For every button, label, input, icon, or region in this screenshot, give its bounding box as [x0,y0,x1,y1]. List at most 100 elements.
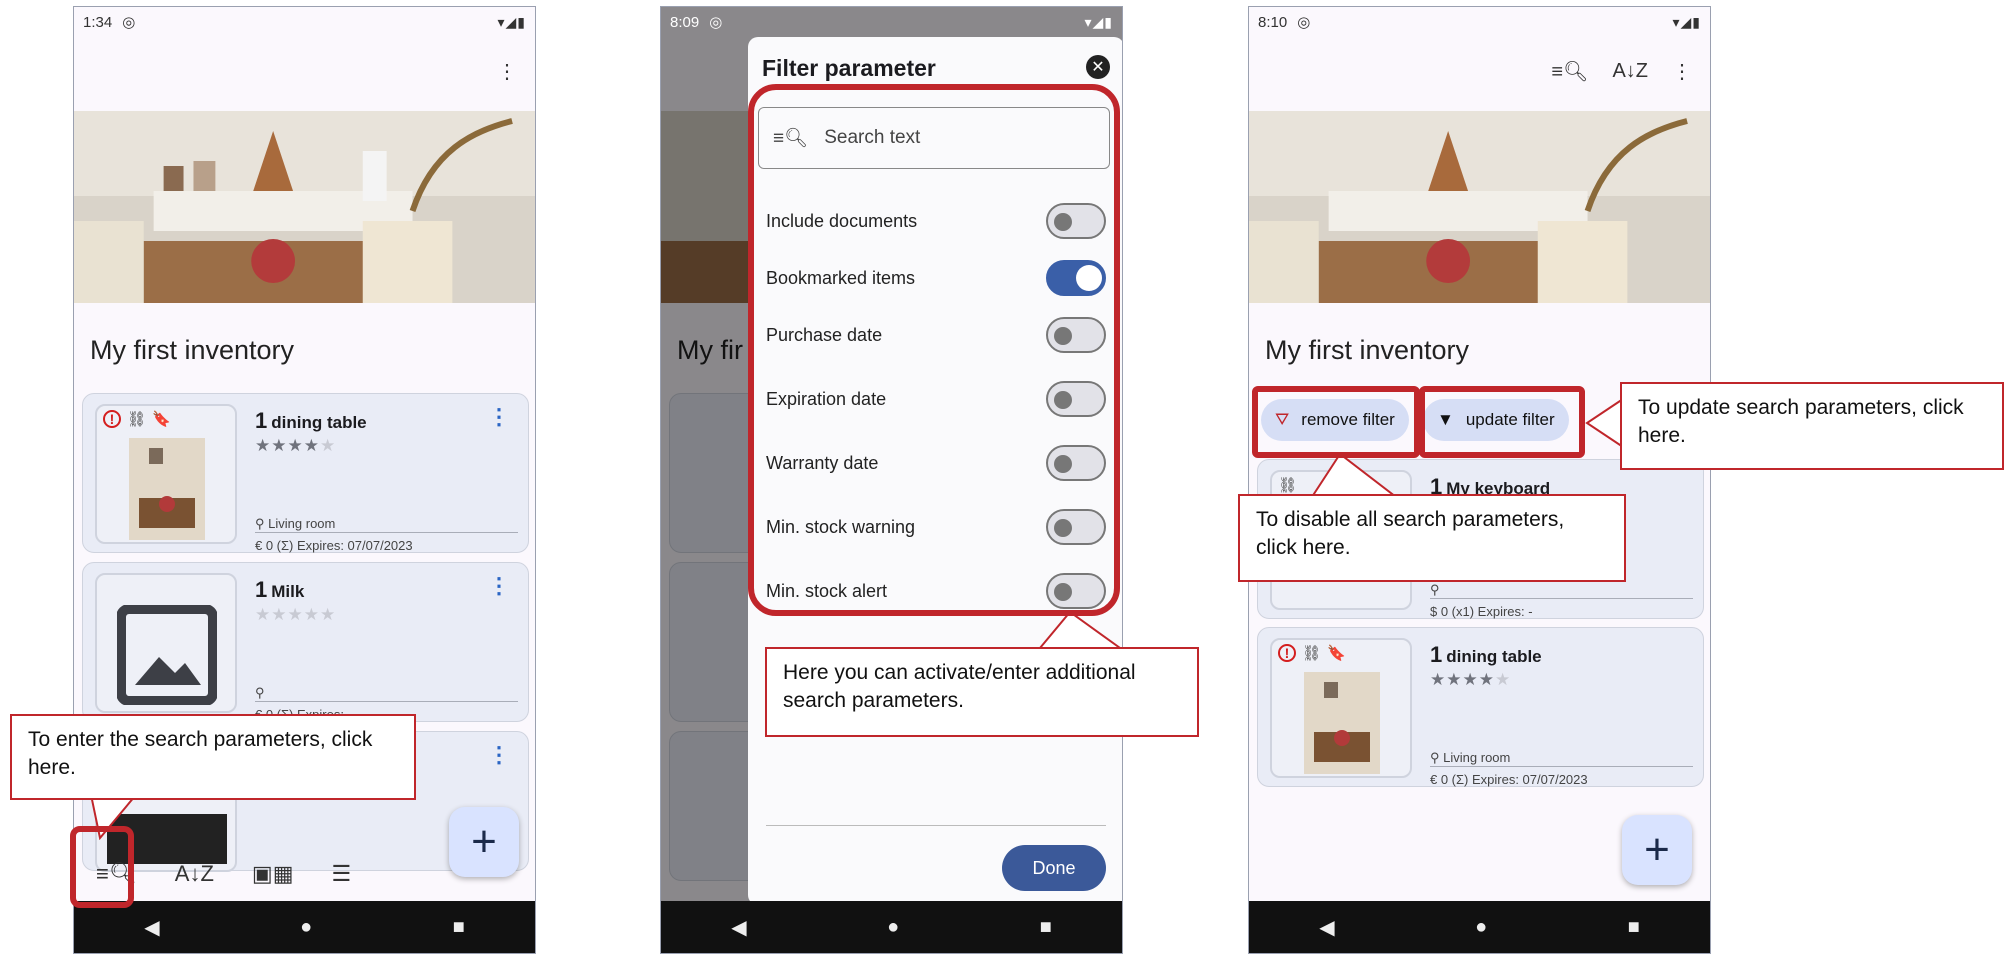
inventory-item-card[interactable]: ! ⛓ 🔖 1 dining table ★★★★★ ⚲ Living room … [1257,627,1704,787]
add-item-button[interactable]: + [1622,815,1692,885]
bookmark-icon: 🔖 [1327,645,1346,662]
sort-az-icon[interactable]: A↓Z [1612,60,1648,83]
item-rating: ★★★★★ [1430,670,1512,689]
divider [766,825,1106,826]
dialog-title: Filter parameter [762,55,936,81]
sync-icon: ◎ [122,14,136,31]
status-bar: 1:34 ◎ ▾◢▮ [74,7,535,37]
inventory-header-image [74,111,535,303]
sync-icon: ◎ [709,14,723,31]
system-nav-bar: ◀ ● ■ [74,901,535,953]
image-placeholder-icon [117,605,217,705]
dining-table-photo [1304,672,1380,774]
item-rating: ★★★★★ [255,436,337,455]
status-time: 8:09 [670,13,700,31]
more-vert-icon[interactable]: ⋮ [497,59,517,84]
location-label: Living room [268,516,336,531]
top-app-bar: ≡🔍︎ A↓Z ⋮ [1551,51,1710,91]
grid-view-icon[interactable]: ▣▦ [252,861,294,887]
link-icon: ⛓ [1278,477,1298,494]
more-vert-icon[interactable]: ⋮ [488,573,510,599]
divider [1430,766,1693,767]
inventory-item-card[interactable]: ! ⛓ 🔖 1 dining table ★★★★★ ⋮ ⚲ Living roo… [82,393,529,553]
inventory-title: My first inventory [1265,335,1470,365]
item-location: ⚲ [1430,582,1440,598]
recents-nav-icon[interactable]: ■ [1040,916,1052,939]
done-button[interactable]: Done [1002,845,1106,891]
sort-az-icon[interactable]: A↓Z [175,861,214,887]
location-pin-icon: ⚲ [255,516,265,531]
highlight-search-button [70,826,134,908]
item-footer: $ 0 (x1) Expires: - [1430,604,1533,619]
inventory-title: My first inventory [90,335,295,365]
item-name: dining table [1446,647,1542,666]
item-thumbnail: ! ⛓ 🔖 [95,404,237,544]
item-location: ⚲ Living room [255,516,335,532]
bottom-app-bar: ≡🔍︎ A↓Z ▣▦ ☰ [74,841,535,907]
more-vert-icon[interactable]: ⋮ [488,404,510,430]
callout-disable-filters: To disable all search parameters, click … [1238,494,1626,582]
divider [1430,598,1693,599]
location-pin-icon: ⚲ [255,685,265,700]
item-quantity: 1 [255,577,268,602]
highlight-filter-options [748,84,1120,616]
item-title: 1 Milk [255,577,304,603]
home-nav-icon[interactable]: ● [1475,916,1487,939]
callout-enter-search: To enter the search parameters, click he… [10,714,416,800]
search-list-icon[interactable]: ≡🔍︎ [1551,59,1588,84]
item-thumbnail [95,573,237,713]
home-nav-icon[interactable]: ● [887,916,899,939]
status-indicators: ▾◢▮ [1084,13,1113,30]
status-indicators: ▾◢▮ [1672,13,1701,30]
recents-nav-icon[interactable]: ■ [1628,916,1640,939]
divider [255,532,518,533]
callout-update-filters: To update search parameters, click here. [1620,382,2004,470]
callout-pointer [1585,397,1624,449]
location-pin-icon: ⚲ [1430,582,1440,597]
add-icon: + [1644,825,1670,874]
warning-icon: ! [1278,644,1296,662]
sync-icon: ◎ [1297,14,1311,31]
back-nav-icon[interactable]: ◀ [1319,915,1334,940]
item-location: ⚲ Living room [1430,750,1510,766]
item-footer: € 0 (Σ) Expires: 07/07/2023 [1430,772,1588,787]
status-time: 8:10 [1258,13,1288,31]
item-thumbnail: ! ⛓ 🔖 [1270,638,1412,778]
location-pin-icon: ⚲ [1430,750,1440,765]
divider [255,701,518,702]
item-title: 1 dining table [255,408,367,434]
callout-additional-parameters: Here you can activate/enter additional s… [765,647,1199,737]
item-name: Milk [271,582,305,601]
location-label: Living room [1443,750,1511,765]
item-quantity: 1 [255,408,268,433]
item-rating: ★★★★★ [255,605,337,624]
dining-table-photo [129,438,205,540]
more-vert-icon[interactable]: ⋮ [1672,59,1692,84]
item-quantity: 1 [1430,642,1443,667]
item-title: 1 dining table [1430,642,1542,668]
close-icon[interactable]: ✕ [1086,55,1110,79]
callout-pointer [1037,612,1124,649]
item-name: dining table [271,413,367,432]
link-icon: ⛓ [127,411,147,428]
warning-icon: ! [103,410,121,428]
home-nav-icon[interactable]: ● [300,916,312,939]
back-nav-icon[interactable]: ◀ [731,915,746,940]
inventory-header-image [1249,111,1710,303]
status-time: 1:34 [83,13,113,31]
system-nav-bar: ◀ ● ■ [661,901,1122,953]
more-vert-icon[interactable]: ⋮ [488,742,510,768]
back-nav-icon[interactable]: ◀ [144,915,159,940]
bookmark-icon: 🔖 [152,411,171,428]
top-app-bar: ⋮ [497,51,535,91]
item-footer: € 0 (Σ) Expires: 07/07/2023 [255,538,413,553]
highlight-update-filter [1419,386,1585,458]
link-icon: ⛓ [1302,645,1322,662]
system-nav-bar: ◀ ● ■ [1249,901,1710,953]
recents-nav-icon[interactable]: ■ [453,916,465,939]
status-bar: 8:09 ◎ ▾◢▮ [661,7,1122,37]
item-location: ⚲ [255,685,265,701]
list-view-icon[interactable]: ☰ [331,861,351,887]
status-bar: 8:10 ◎ ▾◢▮ [1249,7,1710,37]
inventory-item-card[interactable]: 1Milk ★★★★★ ⋮ ⚲ € 0 (Σ) Expires: - [82,562,529,722]
